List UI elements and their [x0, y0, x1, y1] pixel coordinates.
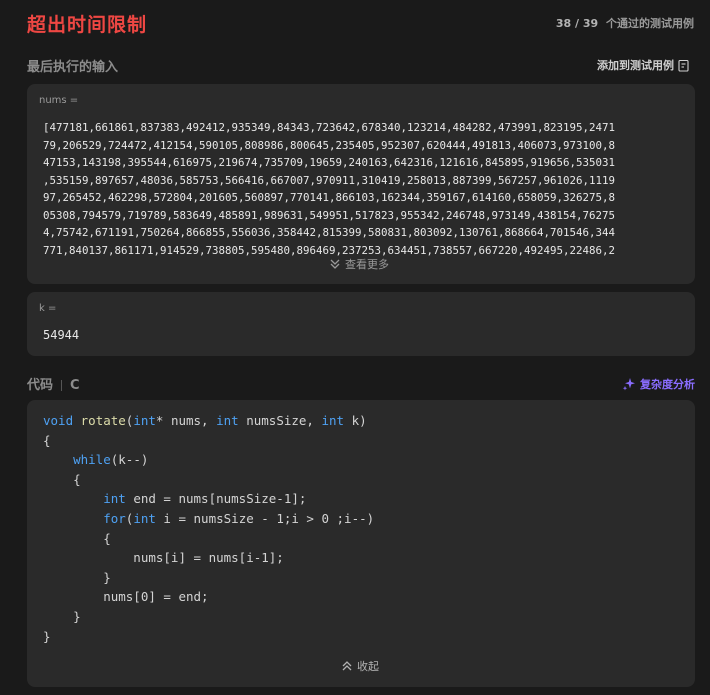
see-more-label: 查看更多: [345, 258, 389, 271]
nums-line: [477181,661861,837383,492412,935349,8434…: [43, 121, 616, 134]
complexity-analysis-button[interactable]: 复杂度分析: [622, 376, 695, 392]
divider: [61, 380, 63, 391]
code-language: C: [70, 378, 80, 393]
complexity-label: 复杂度分析: [640, 378, 695, 391]
code-heading: 代码 C: [27, 374, 80, 393]
chevron-double-up-icon: [342, 661, 352, 671]
passed-count: 38 / 39 个通过的测试用例: [556, 15, 694, 31]
code-card: void rotate(int* nums, int numsSize, int…: [27, 400, 695, 687]
k-card: k = 54944: [27, 292, 695, 356]
sparkle-icon: [622, 378, 635, 391]
last-input-heading: 最后执行的输入: [27, 60, 119, 75]
k-value: 54944: [43, 328, 80, 342]
nums-line: 97,265452,462298,572804,201605,560897,77…: [43, 191, 616, 204]
nums-line: ,535159,897657,48036,585753,566416,66700…: [43, 173, 616, 187]
clipboard-add-icon: [678, 59, 689, 72]
nums-line: 47153,143198,395544,616975,219674,735709…: [43, 156, 616, 169]
nums-line: 05308,794579,719789,583649,485891,989631…: [43, 208, 616, 222]
code-label: 代码: [27, 378, 54, 393]
see-more-button[interactable]: 查看更多: [329, 256, 389, 272]
nums-line: 4,75742,671191,750264,866855,556036,3584…: [43, 226, 616, 239]
chevron-double-down-icon: [330, 259, 340, 269]
k-label: k =: [39, 303, 57, 314]
collapse-label: 收起: [357, 660, 379, 673]
add-to-testcase-label: 添加到测试用例: [597, 59, 674, 72]
collapse-button[interactable]: 收起: [341, 658, 379, 674]
nums-value: [477181,661861,837383,492412,935349,8434…: [43, 119, 615, 259]
code-block: void rotate(int* nums, int numsSize, int…: [43, 413, 375, 644]
passed-ratio: 38 / 39: [555, 17, 599, 30]
nums-line: 79,206529,724472,412154,590105,808986,80…: [43, 138, 616, 152]
status-title: 超出时间限制: [27, 14, 148, 36]
add-to-testcase-button[interactable]: 添加到测试用例: [597, 57, 690, 73]
passed-suffix: 个通过的测试用例: [606, 17, 694, 30]
nums-card: nums = [477181,661861,837383,492412,9353…: [27, 84, 695, 284]
nums-label: nums =: [39, 95, 79, 106]
